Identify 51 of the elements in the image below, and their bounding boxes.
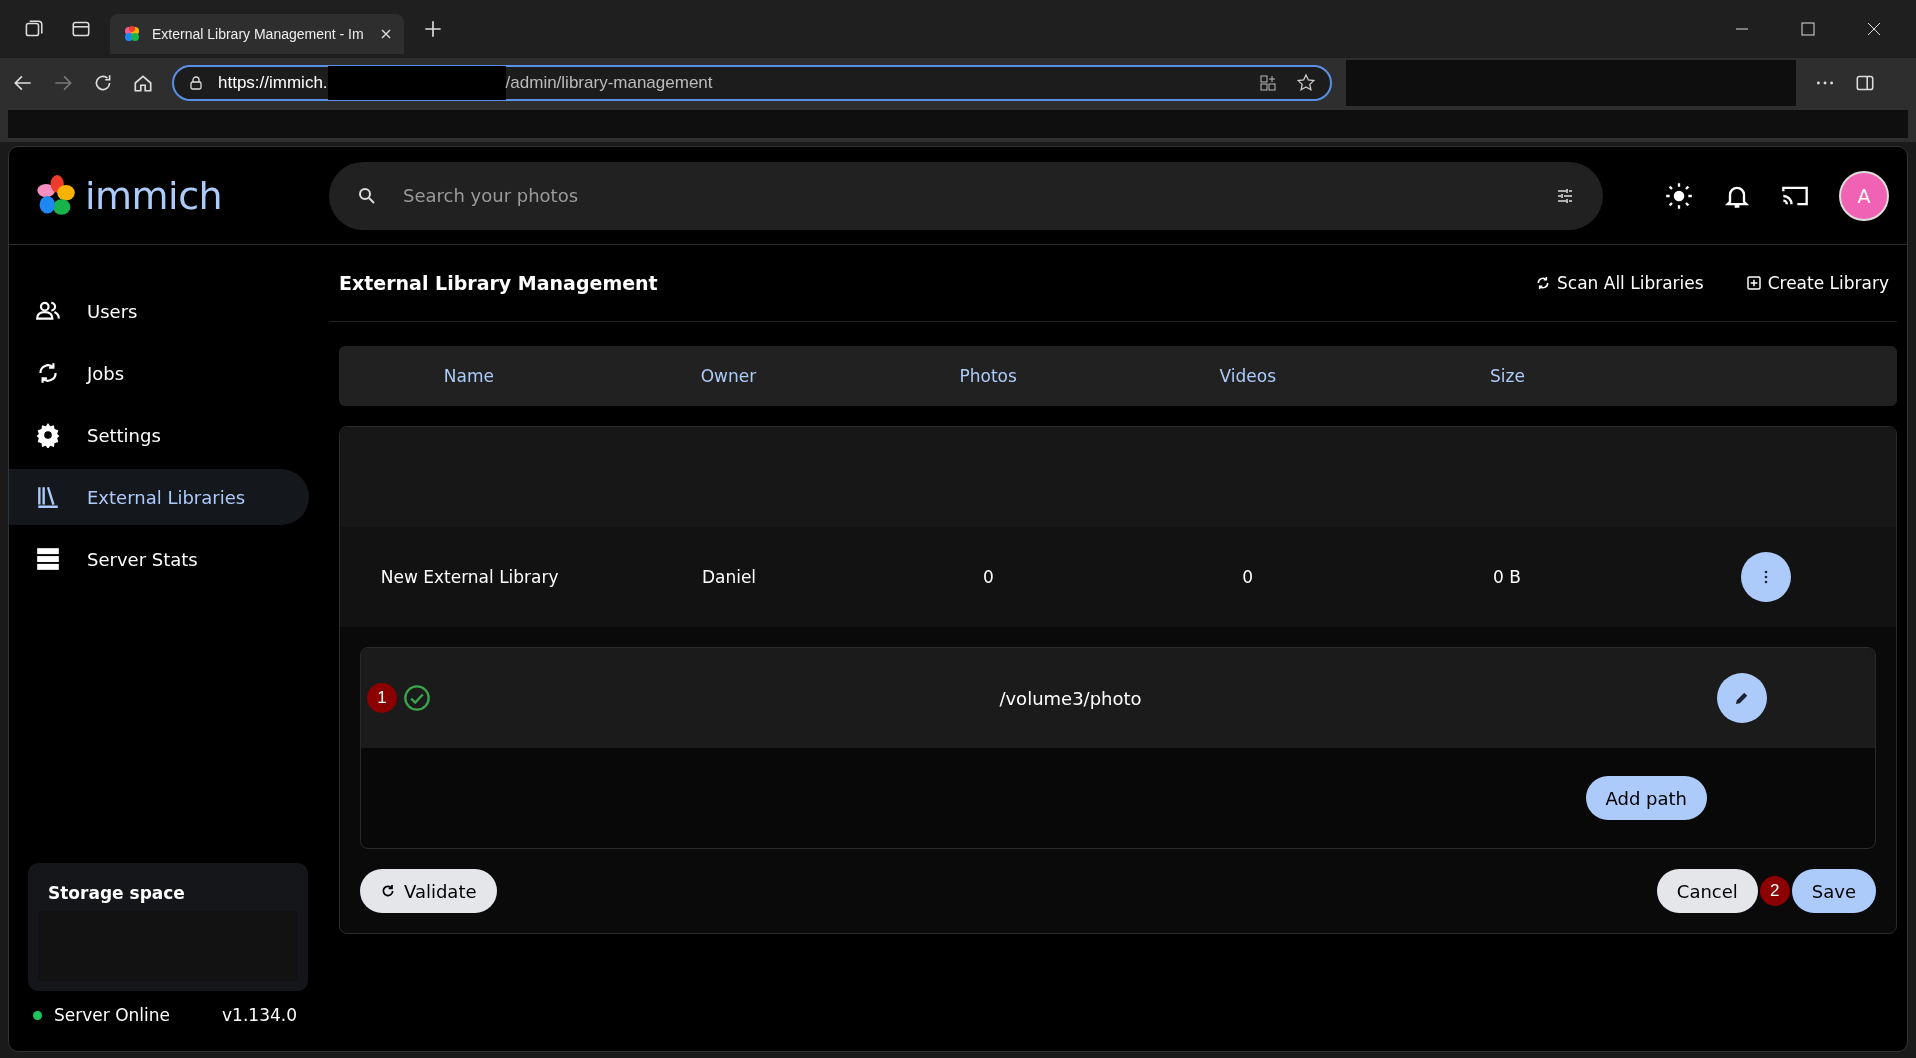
validate-button[interactable]: Validate bbox=[360, 869, 497, 913]
add-path-button[interactable]: Add path bbox=[1585, 776, 1707, 820]
toolbar-button[interactable]: Create Library bbox=[1745, 273, 1889, 293]
import-path: /volume3/photo bbox=[999, 687, 1142, 709]
add-app-icon[interactable] bbox=[1258, 73, 1278, 93]
page-title: External Library Management bbox=[339, 272, 658, 294]
sidebar-item[interactable]: Server Stats bbox=[9, 531, 309, 587]
server-icon bbox=[35, 546, 61, 572]
edit-button[interactable] bbox=[1717, 673, 1767, 723]
browser-tab[interactable]: External Library Management - Im bbox=[110, 14, 404, 54]
table-cell-text: New External Library bbox=[379, 567, 560, 587]
close-icon[interactable] bbox=[380, 28, 392, 40]
star-icon[interactable] bbox=[1296, 73, 1316, 93]
search-input[interactable]: Search your photos bbox=[401, 184, 1531, 207]
more-options-button[interactable] bbox=[1741, 552, 1792, 602]
sidebar-item[interactable]: Users bbox=[9, 283, 309, 339]
annotation-badge: 2 bbox=[1759, 876, 1790, 906]
table-cell-text: 0 B bbox=[1492, 567, 1522, 587]
lock-icon bbox=[188, 75, 204, 91]
sync-icon bbox=[1535, 275, 1551, 291]
table-cell-text: 0 bbox=[1241, 567, 1255, 587]
sidebar-item[interactable]: Jobs bbox=[9, 345, 309, 401]
search-field[interactable]: Search your photos bbox=[329, 161, 1603, 230]
column-header: Videos bbox=[1218, 366, 1278, 386]
table-cell-text: Daniel bbox=[700, 567, 758, 587]
settings-icon bbox=[35, 422, 61, 448]
column-header: Photos bbox=[958, 366, 1018, 386]
plus-box-icon bbox=[1745, 275, 1762, 291]
refresh-icon bbox=[380, 883, 396, 899]
flower-icon bbox=[122, 24, 142, 44]
storage-title: Storage space bbox=[47, 883, 186, 903]
new-tab-icon[interactable] bbox=[422, 18, 444, 40]
sun-icon[interactable] bbox=[1665, 181, 1693, 210]
annotation-badge: 1 bbox=[367, 683, 397, 713]
cancel-button[interactable]: Cancel bbox=[1656, 869, 1758, 913]
kebab-menu-icon bbox=[1764, 570, 1769, 584]
toolbar-button[interactable]: Scan All Libraries bbox=[1535, 273, 1704, 293]
version-label: v1.134.0 bbox=[222, 1005, 297, 1025]
table-cell-text: 0 bbox=[981, 567, 995, 587]
column-header: Owner bbox=[699, 366, 758, 386]
save-button[interactable]: Save bbox=[1791, 869, 1876, 913]
column-header: Name bbox=[442, 366, 495, 386]
books-icon bbox=[35, 484, 61, 510]
search-icon bbox=[357, 185, 377, 206]
column-header: Size bbox=[1489, 366, 1526, 386]
app-logo-text: immich bbox=[85, 173, 223, 218]
sidebar-item[interactable]: External Libraries bbox=[9, 469, 309, 525]
address-bar[interactable]: https://immich. /admin/library-management bbox=[172, 65, 1332, 101]
server-status: Server Online bbox=[54, 1005, 170, 1025]
maximize-icon[interactable] bbox=[1798, 19, 1818, 39]
sidebar-item[interactable]: Settings bbox=[9, 407, 309, 463]
